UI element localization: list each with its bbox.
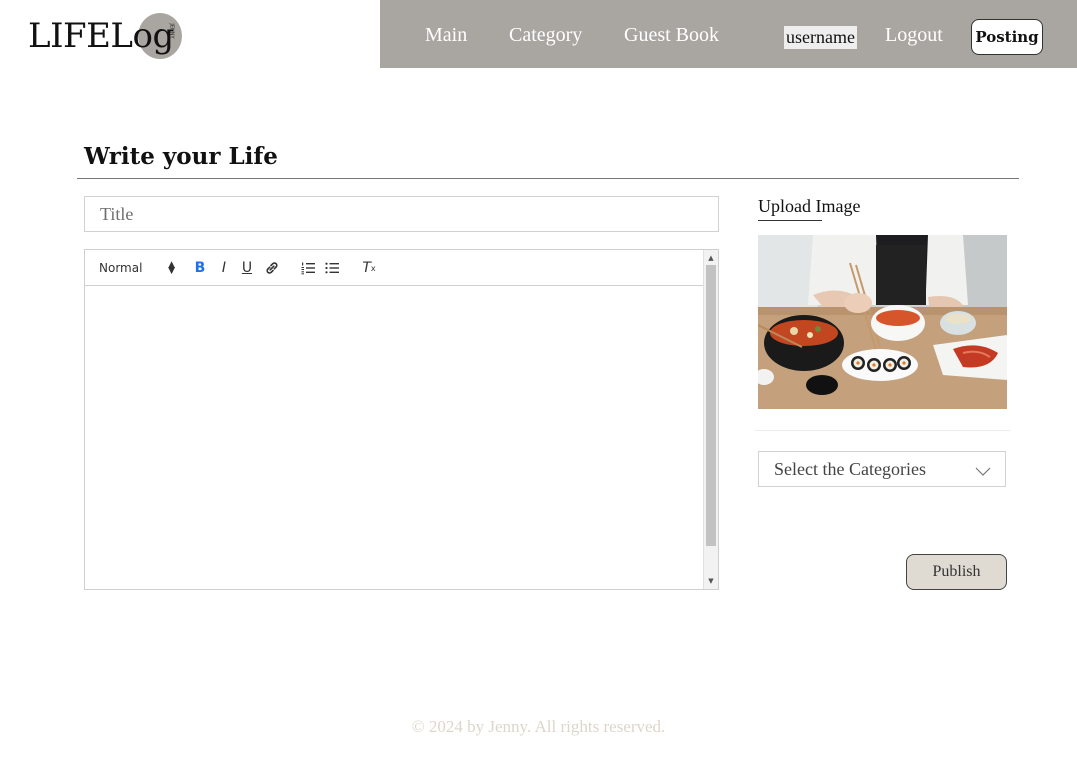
nav-category-link[interactable]: Category [509,24,582,47]
up-down-arrows-icon: ▲ ▼ [168,260,175,276]
upload-label-underline [758,220,822,221]
upload-image-label[interactable]: Upload Image [758,196,860,217]
publish-button[interactable]: Publish [906,554,1007,590]
page-title: Write your Life [84,143,278,170]
clear-format-icon[interactable]: Tx [359,258,379,278]
nav-main-link[interactable]: Main [425,24,467,47]
bullet-list-icon[interactable] [323,258,341,278]
title-divider [77,178,1019,179]
post-title-input[interactable] [84,196,719,232]
link-icon[interactable] [262,258,282,278]
category-select[interactable]: Select the Categories [758,451,1006,487]
editor-content-area[interactable] [85,287,704,589]
scroll-up-arrow-icon[interactable]: ▲ [704,252,718,264]
editor-scrollbar[interactable]: ▲ ▼ [703,250,718,589]
italic-icon[interactable]: I [215,258,233,278]
nav-guest-book-link[interactable]: Guest Book [624,24,719,47]
sidebar-divider [755,430,1010,431]
scroll-down-arrow-icon[interactable]: ▼ [704,575,718,587]
format-select-value: Normal [99,261,143,275]
chevron-down-icon [975,462,991,483]
bold-icon[interactable]: B [191,258,209,278]
scroll-thumb[interactable] [706,265,716,546]
logo-text: LIFELog [28,16,174,56]
clear-format-sub: x [370,263,376,273]
logout-link[interactable]: Logout [885,24,943,47]
rich-text-editor: Normal ▲ ▼ B I U T x ▲ ▼ [84,249,719,590]
username-badge: username [784,26,857,49]
uploaded-image-preview[interactable] [758,235,1007,409]
top-navigation: Main Category Guest Book username Logout… [380,0,1077,68]
footer-copyright: © 2024 by Jenny. All rights reserved. [411,717,666,736]
category-select-value: Select the Categories [774,458,926,479]
editor-toolbar: Normal ▲ ▼ B I U T x [85,250,704,286]
posting-button[interactable]: Posting [971,19,1043,55]
underline-icon[interactable]: U [238,258,256,278]
ordered-list-icon[interactable] [299,258,317,278]
clear-format-letter: T [362,260,371,276]
format-select[interactable]: Normal ▲ ▼ [99,258,175,278]
logo[interactable]: LIFELog JENNY [28,10,182,62]
